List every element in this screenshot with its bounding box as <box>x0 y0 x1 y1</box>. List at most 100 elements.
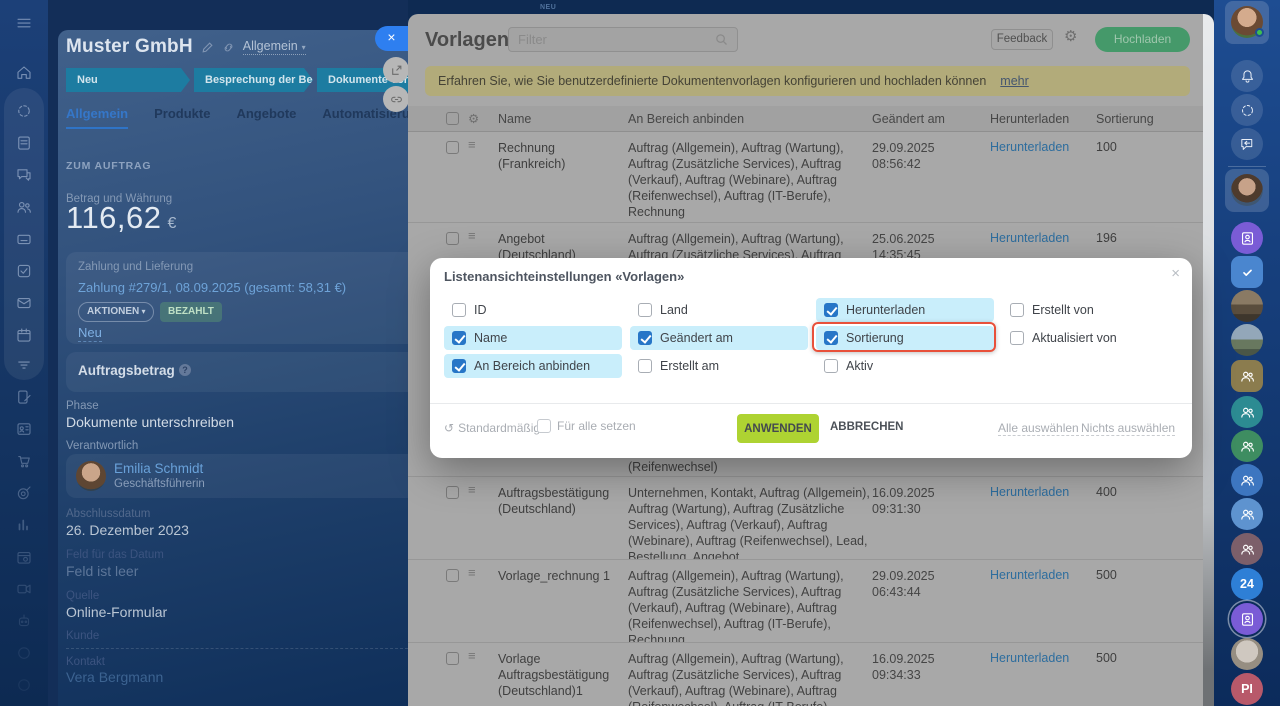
checkbox[interactable] <box>1010 303 1024 317</box>
column-settings-gear-icon[interactable]: ⚙ <box>468 111 479 126</box>
checkbox[interactable] <box>452 359 466 373</box>
chat-avatar[interactable] <box>1231 638 1263 670</box>
payment-link[interactable]: Zahlung #279/1, 08.09.2025 (gesamt: 58,3… <box>78 280 346 295</box>
shop-icon[interactable] <box>15 452 33 470</box>
checkbox[interactable] <box>1010 331 1024 345</box>
checkbox[interactable] <box>824 331 838 345</box>
home-icon[interactable] <box>15 64 33 82</box>
slider-close-button[interactable]: × <box>375 26 408 51</box>
checkbox[interactable] <box>638 359 652 373</box>
copilot-icon[interactable] <box>15 102 33 120</box>
contact-chat-icon[interactable] <box>1231 222 1263 254</box>
column-header[interactable]: An Bereich anbinden <box>628 112 744 126</box>
row-checkbox[interactable] <box>446 141 459 154</box>
contact-value-link[interactable]: Vera Bergmann <box>66 669 163 685</box>
help-icon[interactable]: ? <box>179 364 191 376</box>
tab-allgemein[interactable]: Allgemein <box>66 106 129 129</box>
drag-handle-icon[interactable]: ≡ <box>468 648 476 663</box>
group-chat-icon[interactable] <box>1231 430 1263 462</box>
chat-avatar[interactable] <box>1231 174 1263 206</box>
group-chat-icon[interactable] <box>1231 360 1263 392</box>
filter-search-input[interactable]: Filter <box>508 27 738 52</box>
column-header[interactable]: Name <box>498 112 531 126</box>
booking-icon[interactable] <box>15 548 33 566</box>
column-toggle-land[interactable]: Land <box>630 298 808 322</box>
drag-handle-icon[interactable]: ≡ <box>468 565 476 580</box>
column-toggle-aktualisiert-von[interactable]: Aktualisiert von <box>1002 326 1180 350</box>
column-toggle-an-bereich-anbinden[interactable]: An Bereich anbinden <box>444 354 622 378</box>
download-link[interactable]: Herunterladen <box>990 568 1069 582</box>
column-toggle-erstellt-am[interactable]: Erstellt am <box>630 354 808 378</box>
column-toggle-herunterladen[interactable]: Herunterladen <box>816 298 994 322</box>
phase-value[interactable]: Dokumente unterschreiben <box>66 414 234 430</box>
apply-button[interactable]: ANWENDEN <box>737 414 819 443</box>
select-none-link[interactable]: Nichts auswählen <box>1081 421 1176 436</box>
date-field-value[interactable]: Feld ist leer <box>66 563 138 579</box>
column-toggle-aktiv[interactable]: Aktiv <box>816 354 994 378</box>
messenger-icon[interactable] <box>1231 128 1263 160</box>
app-icon[interactable] <box>15 676 33 694</box>
download-link[interactable]: Herunterladen <box>990 485 1069 499</box>
column-header[interactable]: Geändert am <box>872 112 945 126</box>
cancel-button[interactable]: ABBRECHEN <box>830 421 903 433</box>
feedback-button[interactable]: Feedback <box>991 29 1053 50</box>
download-link[interactable]: Herunterladen <box>990 651 1069 665</box>
banner-more-link[interactable]: mehr <box>1000 74 1028 88</box>
select-all-link[interactable]: Alle auswählen <box>998 421 1079 436</box>
pipeline-stage-chip[interactable]: Neu <box>66 68 190 92</box>
chat-avatar[interactable] <box>1231 324 1263 356</box>
select-all-checkbox[interactable] <box>446 112 459 125</box>
actions-dropdown-button[interactable]: AKTIONEN <box>78 302 155 322</box>
checkbox[interactable] <box>824 359 838 373</box>
group-chat-icon[interactable] <box>1231 533 1263 565</box>
closing-date-value[interactable]: 26. Dezember 2023 <box>66 522 189 538</box>
pipeline-stage-chip[interactable]: Besprechung der Bes... <box>194 68 313 92</box>
row-checkbox[interactable] <box>446 232 459 245</box>
contacts-icon[interactable] <box>15 420 33 438</box>
column-toggle-sortierung[interactable]: Sortierung <box>812 322 996 352</box>
mail-icon[interactable] <box>15 294 33 312</box>
employees-icon[interactable] <box>15 198 33 216</box>
tab-produkte[interactable]: Produkte <box>154 106 210 129</box>
column-toggle-name[interactable]: Name <box>444 326 622 350</box>
drag-handle-icon[interactable]: ≡ <box>468 137 476 152</box>
column-header[interactable]: Herunterladen <box>990 112 1069 126</box>
set-for-all-checkbox[interactable]: Für alle setzen <box>537 419 636 433</box>
row-checkbox[interactable] <box>446 486 459 499</box>
checkbox[interactable] <box>452 303 466 317</box>
checkbox[interactable] <box>537 419 551 433</box>
group-chat-icon[interactable] <box>1231 498 1263 530</box>
sign-icon[interactable] <box>15 388 33 406</box>
video-icon[interactable] <box>15 580 33 598</box>
pipeline-category-dropdown[interactable]: Allgemein <box>242 39 306 55</box>
checkbox[interactable] <box>638 331 652 345</box>
reset-default-link[interactable]: ↺ Standardmäßig <box>444 421 540 435</box>
slider-scrollbar[interactable] <box>1203 14 1214 706</box>
copy-slider-link-button[interactable] <box>383 86 409 112</box>
row-checkbox[interactable] <box>446 652 459 665</box>
copy-link-icon[interactable] <box>222 41 235 54</box>
automation-icon[interactable] <box>15 612 33 630</box>
copilot-icon[interactable] <box>1231 94 1263 126</box>
group-chat-icon[interactable] <box>1231 464 1263 496</box>
chat-avatar[interactable] <box>1231 290 1263 322</box>
open-in-new-window-button[interactable] <box>383 57 409 83</box>
column-toggle-id[interactable]: ID <box>444 298 622 322</box>
menu-icon[interactable] <box>15 14 33 32</box>
bitrix24-badge[interactable]: 24 <box>1231 568 1263 600</box>
marketing-icon[interactable] <box>15 484 33 502</box>
calendar-icon[interactable] <box>15 326 33 344</box>
drag-handle-icon[interactable]: ≡ <box>468 228 476 243</box>
crm-icon[interactable] <box>15 356 33 374</box>
edit-pencil-icon[interactable] <box>201 41 214 54</box>
tab-angebote[interactable]: Angebote <box>236 106 296 129</box>
upload-button[interactable]: Hochladen <box>1095 27 1190 52</box>
drive-icon[interactable] <box>15 230 33 248</box>
column-toggle-geändert-am[interactable]: Geändert am <box>630 326 808 350</box>
drag-handle-icon[interactable]: ≡ <box>468 482 476 497</box>
group-chat-icon[interactable] <box>1231 396 1263 428</box>
responsible-name-link[interactable]: Emilia Schmidt <box>114 461 203 476</box>
tasks-icon[interactable] <box>15 262 33 280</box>
app-icon[interactable] <box>15 644 33 662</box>
row-checkbox[interactable] <box>446 569 459 582</box>
